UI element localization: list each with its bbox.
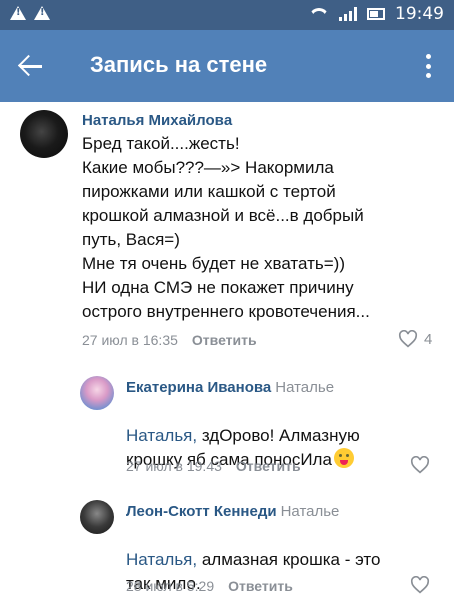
- battery-icon: [367, 8, 385, 20]
- author-name[interactable]: Екатерина Иванова: [126, 379, 271, 396]
- avatar[interactable]: [80, 376, 114, 410]
- like-button[interactable]: [410, 576, 430, 594]
- comment-date: 27 июл в 16:35: [82, 332, 178, 348]
- mention-link[interactable]: Наталья,: [126, 550, 197, 569]
- reply-button[interactable]: Ответить: [228, 578, 293, 594]
- more-options-icon[interactable]: [416, 50, 440, 82]
- comment-date: 28 июл в 5:29: [126, 578, 215, 594]
- warning-icon: [10, 6, 26, 20]
- comment-text: Бред такой....жесть! Какие мобы???—»> На…: [82, 134, 370, 321]
- app-bar: Запись на стене: [0, 30, 454, 102]
- avatar[interactable]: [80, 500, 114, 534]
- comment-meta: 27 июл в 16:35 Ответить: [82, 332, 257, 348]
- tongue-emoji-icon: [333, 448, 354, 468]
- heart-icon: [410, 456, 430, 474]
- comment-author[interactable]: Наталья Михайловa: [82, 112, 232, 129]
- like-count: 4: [424, 330, 433, 348]
- signal-icon: [339, 7, 357, 21]
- system-icons: 19:49: [309, 4, 444, 24]
- mention-link[interactable]: Наталья,: [126, 426, 197, 445]
- back-arrow-icon[interactable]: [14, 48, 50, 84]
- status-bar: 19:49: [0, 0, 454, 30]
- reply-button[interactable]: Ответить: [192, 332, 257, 348]
- reply-button[interactable]: Ответить: [236, 458, 301, 474]
- wifi-icon: [309, 6, 329, 22]
- heart-icon: [410, 576, 430, 594]
- comment: Леон-Скотт Кеннеди Наталье Наталья, алмаз…: [0, 492, 454, 604]
- comment-author[interactable]: Леон-Скотт Кеннеди Наталье: [126, 503, 339, 520]
- reply-to[interactable]: Наталье: [275, 379, 334, 396]
- comment-date: 27 июл в 19:43: [126, 458, 222, 474]
- comment-meta: 28 июл в 5:29 Ответить: [126, 578, 293, 594]
- like-button[interactable]: [410, 456, 430, 474]
- avatar[interactable]: [20, 110, 68, 158]
- like-button[interactable]: 4: [398, 330, 432, 348]
- heart-icon: [398, 330, 418, 348]
- page-title: Запись на стене: [90, 52, 268, 77]
- comment-author[interactable]: Екатерина Иванова Наталье: [126, 379, 334, 396]
- reply-to[interactable]: Наталье: [281, 503, 340, 520]
- warning-icon: [34, 6, 50, 20]
- notification-icons: [10, 6, 50, 20]
- comment: Екатерина Иванова Наталье Наталья, здОров…: [0, 372, 454, 482]
- comment: Наталья Михайловa Бред такой....жесть! К…: [0, 102, 454, 362]
- comment-meta: 27 июл в 19:43 Ответить: [126, 458, 301, 474]
- author-name[interactable]: Леон-Скотт Кеннеди: [126, 503, 277, 520]
- clock: 19:49: [395, 4, 444, 24]
